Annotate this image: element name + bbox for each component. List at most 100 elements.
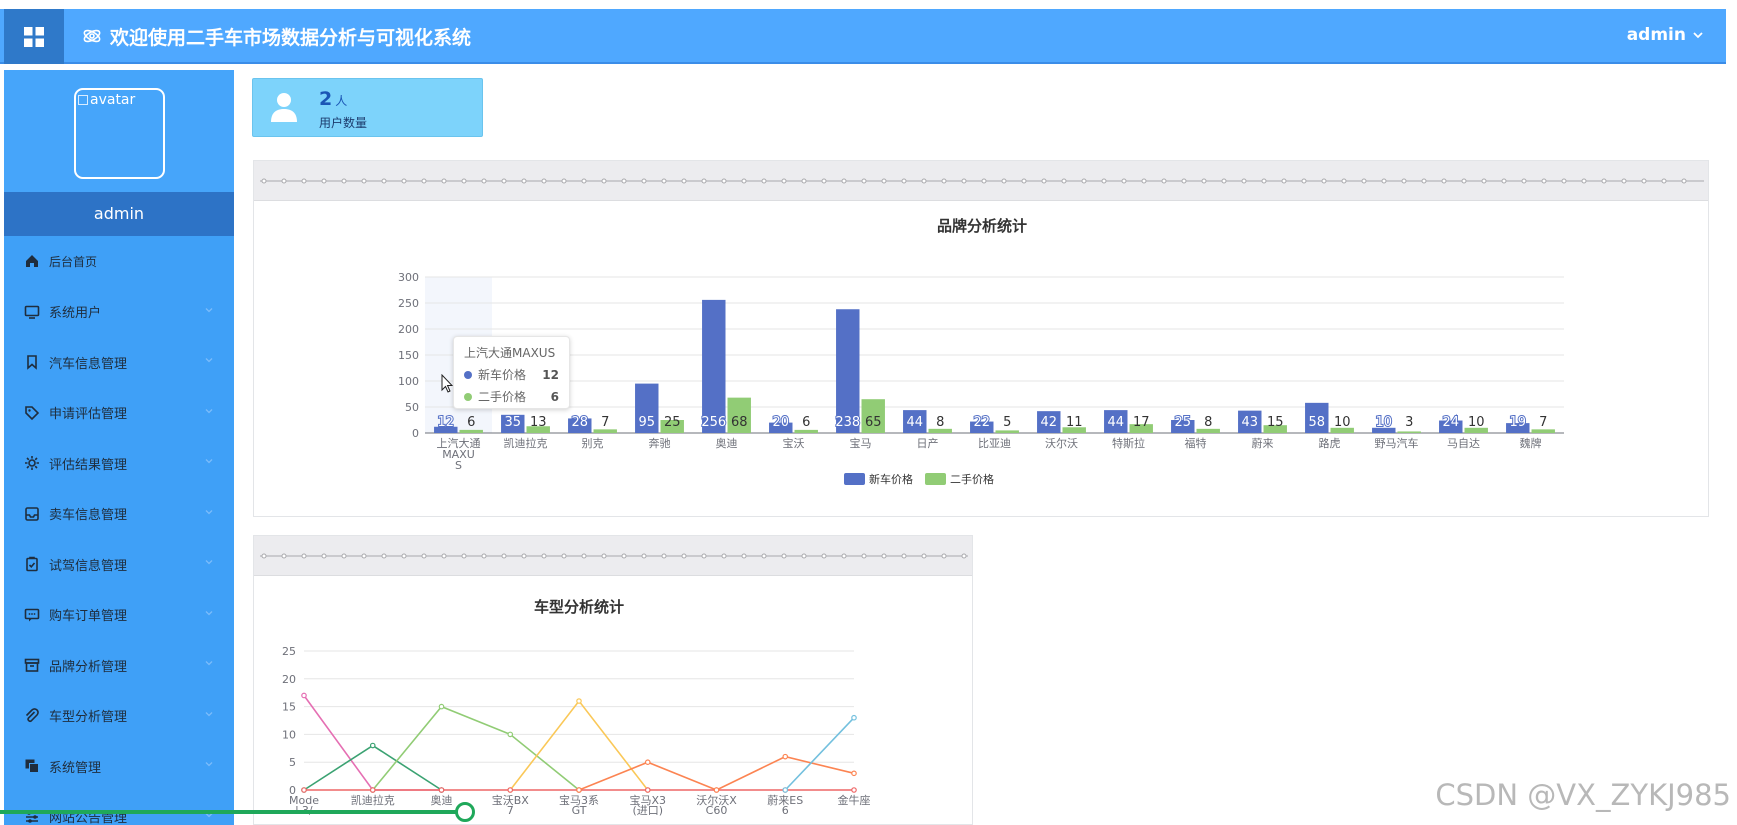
- header-dot: [641, 178, 647, 184]
- header-dot: [1141, 178, 1147, 184]
- sidebar-item-6[interactable]: 试驾信息管理: [4, 539, 234, 590]
- copy-icon: [25, 759, 39, 774]
- data-label: 6: [467, 415, 475, 430]
- home-icon: [26, 255, 38, 268]
- data-label: 25: [664, 415, 681, 430]
- header-dot: [1641, 178, 1647, 184]
- grid-icon: [24, 26, 44, 47]
- message-icon: [24, 608, 40, 622]
- x-tick-label: 路虎: [1319, 437, 1341, 450]
- header-dot: [861, 178, 867, 184]
- header-dot: [341, 553, 347, 559]
- x-tick-label: 马自达: [1447, 437, 1480, 450]
- sidebar-item-8[interactable]: 品牌分析管理: [4, 640, 234, 691]
- x-tick-label: 沃尔沃: [1045, 437, 1078, 450]
- sidebar-item-9[interactable]: 车型分析管理: [4, 691, 234, 742]
- tooltip-row: 二手价格 6: [464, 388, 559, 405]
- header-dot: [1221, 178, 1227, 184]
- data-label: 22: [974, 415, 991, 430]
- header-dot: [1521, 178, 1527, 184]
- x-tick-label: 宝马: [850, 436, 872, 450]
- header-dot: [741, 178, 747, 184]
- header-dot: [941, 178, 947, 184]
- header-dot: [981, 178, 987, 184]
- user-count-number: 2: [319, 88, 333, 110]
- header-dot: [1201, 178, 1207, 184]
- sidebar-item-2[interactable]: 汽车信息管理: [4, 337, 234, 388]
- header-dot: [1461, 178, 1467, 184]
- sidebar-item-5[interactable]: 卖车信息管理: [4, 489, 234, 540]
- y-tick-label: 150: [398, 349, 419, 362]
- data-label: 7: [1539, 415, 1547, 430]
- y-tick-label: 20: [282, 673, 296, 686]
- header-dot: [341, 178, 347, 184]
- header-dot: [1561, 178, 1567, 184]
- data-label: 3: [1405, 415, 1413, 430]
- header-dot: [281, 178, 287, 184]
- header-dot: [561, 178, 567, 184]
- header-dot: [421, 553, 427, 559]
- broken-image-icon: [78, 95, 88, 105]
- header-dot: [741, 553, 747, 559]
- logo-icon: [83, 29, 101, 43]
- sidebar-item-0[interactable]: 后台首页: [4, 236, 234, 287]
- header-dot: [781, 178, 787, 184]
- sidebar-item-10[interactable]: 系统管理: [4, 741, 234, 792]
- header-dot: [1181, 178, 1187, 184]
- monitor-icon: [24, 305, 40, 319]
- sidebar-item-11[interactable]: 网站公告管理: [4, 792, 234, 825]
- chevron-down-icon: [205, 307, 213, 312]
- header-dot: [721, 553, 727, 559]
- y-tick-label: 300: [398, 271, 419, 284]
- header-dot: [881, 553, 887, 559]
- user-count-card: 2人 用户数量: [252, 78, 483, 137]
- tooltip-dot: [464, 392, 472, 401]
- header-dot: [1381, 178, 1387, 184]
- sidebar: avatar admin 后台首页 系统用户 汽车信息管理 申请评估管理 评估结果管理卖…: [4, 70, 234, 825]
- header-dot: [601, 178, 607, 184]
- tooltip-series-name: 新车价格: [478, 368, 527, 382]
- header-dot: [441, 178, 447, 184]
- sidebar-item-label: 评估结果管理: [49, 457, 128, 473]
- header-dot: [961, 178, 967, 184]
- header-dot: [1161, 178, 1167, 184]
- sidebar-item-label: 申请评估管理: [49, 407, 128, 423]
- data-point: [851, 770, 857, 777]
- data-label: 28: [572, 415, 589, 430]
- header-dot: [901, 553, 907, 559]
- sidebar-item-label: 品牌分析管理: [49, 659, 128, 675]
- header-dot: [641, 553, 647, 559]
- sidebar-item-1[interactable]: 系统用户: [4, 287, 234, 338]
- header-dot: [861, 553, 867, 559]
- header-dot: [921, 178, 927, 184]
- sidebar-item-3[interactable]: 申请评估管理: [4, 388, 234, 439]
- sidebar-item-label: 后台首页: [49, 254, 98, 269]
- header-dot: [681, 553, 687, 559]
- data-point: [301, 692, 307, 699]
- data-point: [644, 787, 651, 793]
- data-label: 10: [1468, 415, 1485, 430]
- x-tick-label: 福特: [1185, 436, 1207, 450]
- user-icon: [271, 93, 297, 122]
- header-dot: [1441, 178, 1447, 184]
- header-dot: [821, 553, 827, 559]
- data-point: [301, 787, 307, 793]
- data-label: 15: [1267, 415, 1284, 430]
- header-dot: [1001, 178, 1007, 184]
- data-point: [851, 714, 857, 721]
- header-dot: [521, 553, 527, 559]
- header-dot: [1421, 178, 1427, 184]
- x-tick-label: 宝沃: [783, 436, 805, 450]
- sidebar-item-7[interactable]: 购车订单管理: [4, 590, 234, 641]
- menu-toggle-button[interactable]: [4, 9, 64, 64]
- avatar[interactable]: avatar: [74, 88, 165, 179]
- user-menu-dropdown[interactable]: admin: [1627, 25, 1704, 45]
- user-count-value: 2人: [319, 88, 347, 110]
- sidebar-item-4[interactable]: 评估结果管理: [4, 438, 234, 489]
- header-dot: [661, 553, 667, 559]
- header-dot: [401, 178, 407, 184]
- progress-knob[interactable]: [455, 802, 475, 822]
- chevron-down-icon: [205, 560, 213, 565]
- app-title: 欢迎使用二手车市场数据分析与可视化系统: [82, 23, 471, 49]
- data-label: 5: [1003, 415, 1011, 430]
